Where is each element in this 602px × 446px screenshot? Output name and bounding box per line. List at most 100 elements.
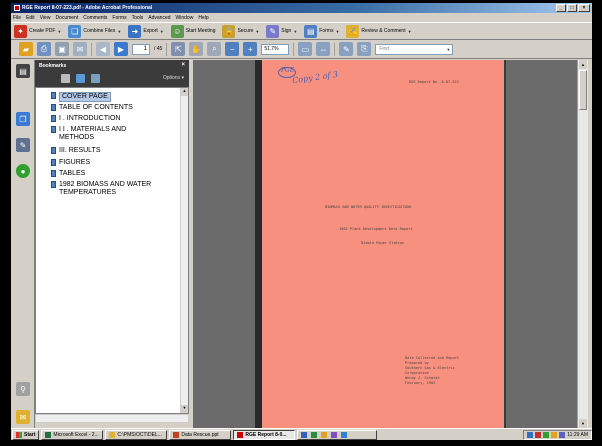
pdf-icon: ✦ xyxy=(14,24,27,38)
maximize-button[interactable]: □ xyxy=(567,4,577,12)
close-panel-icon[interactable]: × xyxy=(181,62,185,68)
scroll-down-icon[interactable]: ▼ xyxy=(579,419,587,428)
fit-width-icon[interactable]: ⇔ xyxy=(316,42,331,56)
scroll-up-icon[interactable]: ▲ xyxy=(181,88,188,96)
quicklaunch-icon[interactable] xyxy=(341,431,348,438)
combine-files-button[interactable]: ❏ Combine Files ▼ xyxy=(68,24,122,38)
tray-icon[interactable] xyxy=(551,431,558,438)
tray-icon[interactable] xyxy=(543,431,550,438)
select-tool-icon[interactable]: ⇱ xyxy=(171,42,186,56)
scroll-thumb[interactable] xyxy=(579,70,587,110)
new-bookmark-icon[interactable] xyxy=(76,74,85,83)
signatures-panel-icon[interactable]: ✎ xyxy=(16,138,30,152)
bookmarks-list: COVER PAGE TABLE OF CONTENTS I . INTRODU… xyxy=(35,87,189,414)
quicklaunch-icon[interactable] xyxy=(301,431,308,438)
menu-view[interactable]: View xyxy=(40,15,51,21)
tray-icon[interactable] xyxy=(559,431,566,438)
delete-bookmark-icon[interactable] xyxy=(61,74,70,83)
comment-tool-icon[interactable]: ✎ xyxy=(339,42,354,56)
meeting-icon: ☺ xyxy=(170,24,184,38)
bookmark-biomass-water-temperatures[interactable]: 1982 BIOMASS AND WATER TEMPERATURES xyxy=(51,181,151,197)
email-icon[interactable]: ✉ xyxy=(73,42,87,56)
menu-comments[interactable]: Comments xyxy=(83,15,107,21)
create-pdf-button[interactable]: ✦ Create PDF ▼ xyxy=(14,24,61,38)
scroll-up-icon[interactable]: ▲ xyxy=(579,60,587,69)
fit-page-icon[interactable]: ▭ xyxy=(298,42,313,56)
bookmarks-scrollbar[interactable]: ▲ ▼ xyxy=(180,88,188,413)
menu-tools[interactable]: Tools xyxy=(132,15,144,21)
bookmark-figures[interactable]: FIGURES xyxy=(51,159,90,167)
find-input[interactable]: Find ▼ xyxy=(375,43,454,55)
zoom-level-select[interactable]: 51.7% xyxy=(261,43,290,55)
chevron-down-icon: ▼ xyxy=(255,28,260,34)
acrobat-icon xyxy=(237,431,244,438)
expand-bookmark-icon[interactable] xyxy=(91,74,100,83)
attach-icon[interactable]: ⎘ xyxy=(357,42,372,56)
menu-bar: File Edit View Document Comments Forms T… xyxy=(11,13,592,22)
toolbar-divider xyxy=(166,42,168,56)
scroll-down-icon[interactable]: ▼ xyxy=(181,405,188,413)
zoom-in-icon[interactable]: + xyxy=(243,42,258,56)
page-number-input[interactable]: 1 xyxy=(132,43,150,55)
next-page-icon[interactable]: ▶ xyxy=(114,42,128,56)
tray-icon[interactable] xyxy=(527,431,534,438)
quicklaunch-icon[interactable] xyxy=(311,431,318,438)
title-bar: RGE Report 8-07-223.pdf - Adobe Acrobat … xyxy=(11,3,592,13)
acrobat-app-icon xyxy=(14,5,20,11)
bookmark-introduction[interactable]: I . INTRODUCTION xyxy=(51,115,120,123)
bookmark-label: COVER PAGE xyxy=(59,92,111,102)
options-menu[interactable]: Options ▾ xyxy=(163,75,184,81)
taskbar-item-excel[interactable]: Microsoft Excel - 2... xyxy=(41,429,104,440)
menu-edit[interactable]: Edit xyxy=(26,15,35,21)
minimize-button[interactable]: _ xyxy=(556,4,566,12)
bookmarks-panel-icon[interactable]: ❐ xyxy=(16,112,30,126)
document-viewport: PGE Copy 2 of 3 RGE Report No. 8-07-223 … xyxy=(193,60,577,428)
attachment-panel-icon[interactable]: ⚲ xyxy=(16,382,30,396)
sign-label: Sign xyxy=(281,28,292,34)
chevron-down-icon: ▼ xyxy=(117,28,122,34)
document-scrollbar[interactable]: ▲ ▼ xyxy=(577,60,588,428)
hand-tool-icon[interactable]: ✋ xyxy=(189,42,204,56)
toolbar-divider xyxy=(293,42,295,56)
start-button[interactable]: Start xyxy=(12,429,40,440)
review-comment-button[interactable]: ✍ Review & Comment ▼ xyxy=(346,24,412,38)
taskbar-item-powerpoint[interactable]: Data Rescue.ppt xyxy=(169,429,232,440)
comment-icon: ✍ xyxy=(346,24,360,38)
bookmark-materials-methods[interactable]: I I . MATERIALS AND METHODS xyxy=(51,126,126,142)
quicklaunch-icon[interactable] xyxy=(321,431,328,438)
secure-label: Secure xyxy=(237,28,254,34)
menu-advanced[interactable]: Advanced xyxy=(148,15,170,21)
start-meeting-button[interactable]: ☺ Start Meeting xyxy=(170,24,215,38)
zoom-out-icon[interactable]: − xyxy=(225,42,240,56)
forms-button[interactable]: ▤ Forms ▼ xyxy=(304,24,339,38)
bookmarks-horizontal-scrollbar[interactable] xyxy=(35,414,189,423)
bookmark-cover-page[interactable]: COVER PAGE xyxy=(51,92,111,102)
bookmark-tables[interactable]: TABLES xyxy=(51,170,85,178)
bookmark-table-of-contents[interactable]: TABLE OF CONTENTS xyxy=(51,104,133,112)
menu-file[interactable]: File xyxy=(13,15,21,21)
save-icon[interactable]: ▣ xyxy=(55,42,69,56)
find-placeholder: Find xyxy=(379,45,390,52)
taskbar-item-folder[interactable]: C:\PMS\OCT\DEL... xyxy=(105,429,168,440)
comments-panel-icon[interactable]: ✉ xyxy=(16,410,30,424)
taskbar-item-acrobat[interactable]: RGE Report 8-0... xyxy=(233,429,296,440)
print-icon[interactable]: ⎙ xyxy=(37,42,51,56)
pages-panel-icon[interactable]: ▤ xyxy=(16,64,30,78)
menu-forms[interactable]: Forms xyxy=(112,15,126,21)
sign-button[interactable]: ✎ Sign ▼ xyxy=(266,24,297,38)
menu-help[interactable]: Help xyxy=(198,15,208,21)
previous-page-icon[interactable]: ◀ xyxy=(96,42,110,56)
export-button[interactable]: ➜ Export ▼ xyxy=(128,24,164,38)
quicklaunch-icon[interactable] xyxy=(331,431,338,438)
marquee-zoom-icon[interactable]: ⌕ xyxy=(207,42,222,56)
tray-icon[interactable] xyxy=(535,431,542,438)
menu-document[interactable]: Document xyxy=(55,15,78,21)
secure-button[interactable]: 🔒 Secure ▼ xyxy=(222,24,260,38)
layers-panel-icon[interactable]: ● xyxy=(16,164,30,178)
navigation-pane-strip: ▤ ❐ ✎ ● ⚲ ✉ xyxy=(11,60,35,428)
page-total: / 45 xyxy=(154,46,163,52)
close-button[interactable]: × xyxy=(578,4,590,12)
bookmark-results[interactable]: III. RESULTS xyxy=(51,147,101,155)
open-folder-icon[interactable]: ▰ xyxy=(19,42,33,56)
menu-window[interactable]: Window xyxy=(176,15,194,21)
